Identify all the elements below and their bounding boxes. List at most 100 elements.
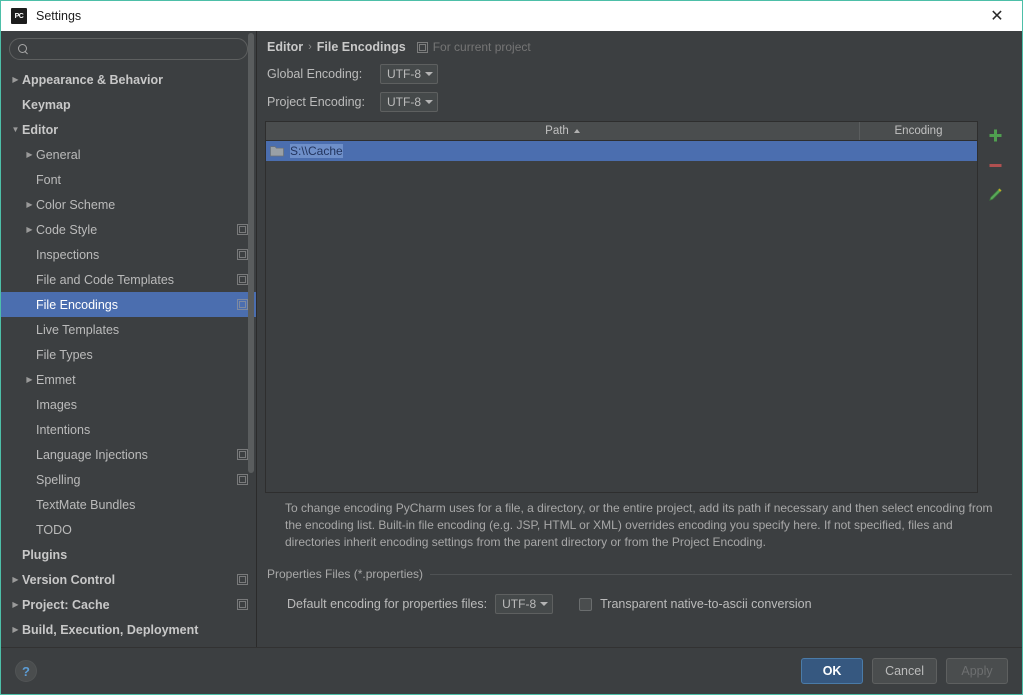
table-row[interactable]: S:\\Cache bbox=[266, 141, 977, 161]
sidebar-item-file-encodings[interactable]: ▶File Encodings bbox=[1, 292, 256, 317]
project-scope-icon bbox=[416, 41, 428, 53]
sidebar-item-code-style[interactable]: ▶ Code Style bbox=[1, 217, 256, 242]
sidebar-item-project-cache[interactable]: ▶ Project: Cache bbox=[1, 592, 256, 617]
sidebar-item-label: Spelling bbox=[36, 472, 81, 487]
settings-tree[interactable]: ▶Appearance & Behavior▶Keymap▼Editor▶Gen… bbox=[1, 66, 256, 647]
sidebar-item-label: File and Code Templates bbox=[36, 272, 175, 287]
settings-sidebar: ▶Appearance & Behavior▶Keymap▼Editor▶Gen… bbox=[1, 31, 257, 647]
chevron-right-icon[interactable]: ▶ bbox=[23, 225, 36, 234]
sidebar-item-file-types[interactable]: ▶File Types bbox=[1, 342, 256, 367]
remove-button[interactable] bbox=[983, 154, 1007, 176]
sidebar-item-inspections[interactable]: ▶Inspections bbox=[1, 242, 256, 267]
sidebar-item-label: Build, Execution, Deployment bbox=[22, 622, 199, 637]
sidebar-item-intentions[interactable]: ▶Intentions bbox=[1, 417, 256, 442]
ok-button[interactable]: OK bbox=[801, 658, 864, 684]
sidebar-item-editor[interactable]: ▼ Editor bbox=[1, 117, 256, 142]
title-bar: PC Settings ✕ bbox=[1, 1, 1022, 31]
apply-button[interactable]: Apply bbox=[946, 658, 1008, 684]
sidebar-item-keymap[interactable]: ▶Keymap bbox=[1, 92, 256, 117]
project-scope-icon bbox=[237, 599, 248, 610]
search-container bbox=[1, 31, 256, 66]
dialog-body: ▶Appearance & Behavior▶Keymap▼Editor▶Gen… bbox=[1, 31, 1022, 647]
native-to-ascii-checkbox-wrap[interactable]: Transparent native-to-ascii conversion bbox=[579, 597, 812, 611]
chevron-right-icon[interactable]: ▶ bbox=[23, 200, 36, 209]
default-encoding-row: Default encoding for properties files: U… bbox=[265, 594, 1012, 614]
sidebar-item-images[interactable]: ▶Images bbox=[1, 392, 256, 417]
encodings-table: Path Encoding S:\\Cache bbox=[265, 121, 978, 493]
cancel-button[interactable]: Cancel bbox=[872, 658, 937, 684]
sidebar-item-color-scheme[interactable]: ▶ Color Scheme bbox=[1, 192, 256, 217]
window-title: Settings bbox=[36, 9, 82, 23]
description-text: To change encoding PyCharm uses for a fi… bbox=[285, 501, 993, 549]
chevron-right-icon[interactable]: ▶ bbox=[9, 625, 22, 634]
sidebar-item-general[interactable]: ▶ General bbox=[1, 142, 256, 167]
sidebar-item-label: Editor bbox=[22, 122, 59, 137]
chevron-right-icon[interactable]: ▶ bbox=[9, 575, 22, 584]
sidebar-item-label: General bbox=[36, 147, 81, 162]
sidebar-item-label: Keymap bbox=[22, 97, 71, 112]
properties-files-section: Properties Files (*.properties) Default … bbox=[265, 567, 1012, 614]
sidebar-item-spelling[interactable]: ▶Spelling bbox=[1, 467, 256, 492]
column-header-encoding[interactable]: Encoding bbox=[860, 122, 977, 140]
sidebar-item-file-and-code-templates[interactable]: ▶File and Code Templates bbox=[1, 267, 256, 292]
project-scope-icon bbox=[237, 449, 248, 460]
breadcrumb-current: File Encodings bbox=[316, 40, 406, 54]
close-icon[interactable]: ✕ bbox=[980, 1, 1014, 31]
dialog-footer: ? OK Cancel Apply bbox=[1, 647, 1022, 694]
chevron-down-icon bbox=[425, 100, 433, 104]
native-to-ascii-checkbox[interactable] bbox=[579, 597, 593, 611]
sidebar-item-appearance-behavior[interactable]: ▶ Appearance & Behavior bbox=[1, 67, 256, 92]
sidebar-item-build-execution-deployment[interactable]: ▶ Build, Execution, Deployment bbox=[1, 617, 256, 642]
folder-icon bbox=[270, 145, 284, 157]
project-encoding-combo[interactable]: UTF-8 bbox=[380, 92, 438, 112]
project-encoding-value: UTF-8 bbox=[387, 95, 421, 109]
help-icon[interactable]: ? bbox=[15, 660, 37, 682]
edit-button[interactable] bbox=[983, 184, 1007, 206]
sidebar-item-language-injections[interactable]: ▶Language Injections bbox=[1, 442, 256, 467]
chevron-down-icon[interactable]: ▼ bbox=[9, 125, 22, 134]
table-toolbar bbox=[978, 121, 1012, 493]
global-encoding-row: Global Encoding: UTF-8 bbox=[265, 63, 1012, 85]
default-encoding-value: UTF-8 bbox=[502, 597, 537, 611]
pycharm-logo-icon: PC bbox=[11, 8, 27, 24]
chevron-right-icon[interactable]: ▶ bbox=[9, 75, 22, 84]
default-encoding-combo[interactable]: UTF-8 bbox=[495, 594, 554, 614]
sidebar-item-live-templates[interactable]: ▶Live Templates bbox=[1, 317, 256, 342]
project-scope-icon bbox=[237, 574, 248, 585]
sidebar-item-label: TextMate Bundles bbox=[36, 497, 136, 512]
sidebar-item-font[interactable]: ▶Font bbox=[1, 167, 256, 192]
sidebar-item-label: Appearance & Behavior bbox=[22, 72, 164, 87]
add-button[interactable] bbox=[983, 124, 1007, 146]
search-box[interactable] bbox=[9, 38, 248, 60]
sidebar-item-label: Code Style bbox=[36, 222, 98, 237]
breadcrumb: Editor › File Encodings For current proj… bbox=[265, 31, 1012, 57]
chevron-right-icon[interactable]: ▶ bbox=[23, 375, 36, 384]
sidebar-scrollbar[interactable] bbox=[248, 33, 254, 473]
chevron-right-icon[interactable]: ▶ bbox=[23, 150, 36, 159]
breadcrumb-parent[interactable]: Editor bbox=[267, 40, 303, 54]
project-scope-icon bbox=[237, 474, 248, 485]
global-encoding-value: UTF-8 bbox=[387, 67, 421, 81]
chevron-right-icon[interactable]: ▶ bbox=[9, 600, 22, 609]
search-input[interactable] bbox=[35, 42, 239, 56]
sidebar-item-label: File Types bbox=[36, 347, 93, 362]
sidebar-item-textmate-bundles[interactable]: ▶TextMate Bundles bbox=[1, 492, 256, 517]
settings-dialog: PC Settings ✕ ▶Appearance & Behavior▶Key… bbox=[0, 0, 1023, 695]
sidebar-item-plugins[interactable]: ▶Plugins bbox=[1, 542, 256, 567]
sidebar-item-label: Plugins bbox=[22, 547, 68, 562]
sidebar-item-label: File Encodings bbox=[36, 297, 118, 312]
sidebar-item-version-control[interactable]: ▶ Version Control bbox=[1, 567, 256, 592]
project-scope-icon bbox=[237, 299, 248, 310]
global-encoding-label: Global Encoding: bbox=[267, 67, 363, 81]
sidebar-item-todo[interactable]: ▶TODO bbox=[1, 517, 256, 542]
sidebar-item-label: Project: Cache bbox=[22, 597, 110, 612]
sidebar-item-emmet[interactable]: ▶ Emmet bbox=[1, 367, 256, 392]
global-encoding-combo[interactable]: UTF-8 bbox=[380, 64, 438, 84]
column-header-path-label: Path bbox=[545, 125, 569, 137]
settings-main-panel: Editor › File Encodings For current proj… bbox=[257, 31, 1022, 647]
column-header-path[interactable]: Path bbox=[266, 122, 860, 140]
project-scope-icon bbox=[237, 224, 248, 235]
column-header-encoding-label: Encoding bbox=[894, 125, 943, 137]
project-encoding-label: Project Encoding: bbox=[267, 95, 365, 109]
project-scope-icon bbox=[237, 274, 248, 285]
